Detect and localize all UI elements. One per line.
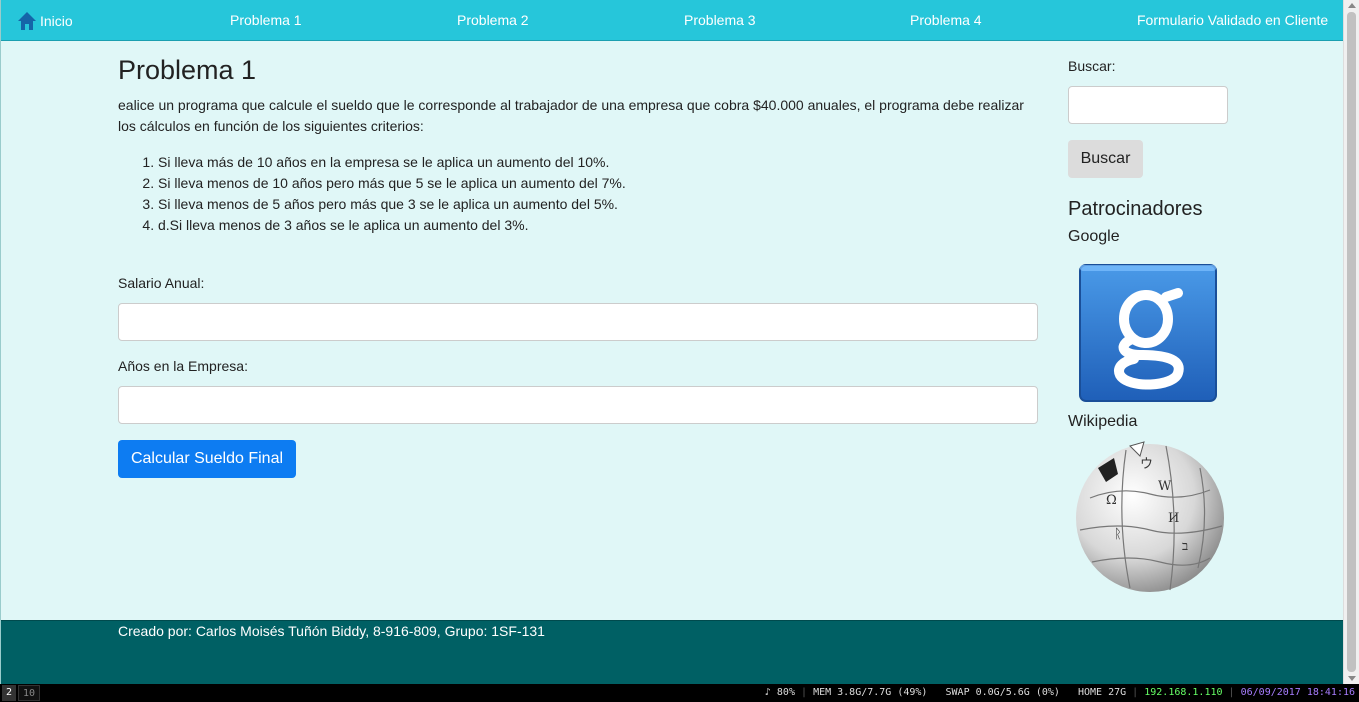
- svg-text:И: И: [1168, 511, 1179, 526]
- nav-formulario-validado[interactable]: Formulario Validado en Cliente: [1137, 11, 1328, 29]
- wikipedia-globe-icon[interactable]: Ω W И ᚱ ウ ב: [1070, 438, 1228, 593]
- svg-text:ウ: ウ: [1140, 457, 1153, 472]
- home-icon: [18, 12, 36, 30]
- search-button[interactable]: Buscar: [1068, 140, 1143, 178]
- volume-status: ♪ 80%: [764, 687, 795, 698]
- svg-text:W: W: [1158, 479, 1172, 494]
- criteria-item: Si lleva más de 10 años en la empresa se…: [158, 152, 1040, 173]
- scroll-thumb[interactable]: [1347, 12, 1356, 672]
- criteria-list: Si lleva más de 10 años en la empresa se…: [118, 152, 1040, 236]
- scroll-down-arrow-icon[interactable]: [1348, 676, 1356, 681]
- vertical-scrollbar[interactable]: [1343, 0, 1359, 684]
- system-status-bar: 2 10 ♪ 80% | MEM 3.8G/7.7G (49%) SWAP 0.…: [0, 684, 1359, 702]
- nav-problema-2[interactable]: Problema 2: [457, 11, 529, 29]
- swap-status: SWAP 0.0G/5.6G (0%): [945, 687, 1060, 698]
- nav-problema-1[interactable]: Problema 1: [230, 11, 302, 29]
- workspace-10[interactable]: 10: [18, 685, 41, 701]
- salary-label: Salario Anual:: [118, 275, 205, 291]
- sponsor-google-label: Google: [1068, 228, 1120, 245]
- nav-home-link[interactable]: Inicio: [17, 11, 73, 31]
- nav-problema-3[interactable]: Problema 3: [684, 11, 756, 29]
- footer-credits: Creado por: Carlos Moisés Tuñón Biddy, 8…: [118, 623, 545, 639]
- criteria-item: Si lleva menos de 5 años pero más que 3 …: [158, 194, 1040, 215]
- google-logo-icon[interactable]: [1078, 263, 1218, 403]
- main-content: Problema 1 ealice un programa que calcul…: [118, 54, 1040, 478]
- workspace-2[interactable]: 2: [2, 685, 17, 701]
- footer: Creado por: Carlos Moisés Tuñón Biddy, 8…: [1, 620, 1343, 684]
- criteria-item: Si lleva menos de 10 años pero más que 5…: [158, 173, 1040, 194]
- years-label: Años en la Empresa:: [118, 358, 248, 374]
- years-input[interactable]: [118, 386, 1038, 424]
- svg-text:ב: ב: [1182, 539, 1188, 554]
- sponsors-heading: Patrocinadores: [1068, 198, 1203, 220]
- page: Inicio Problema 1 Problema 2 Problema 3 …: [0, 0, 1343, 684]
- search-input[interactable]: [1068, 86, 1228, 124]
- home-status: HOME 27G: [1077, 687, 1127, 698]
- sidebar: Buscar: Buscar Patrocinadores Google Wik…: [1068, 58, 1238, 592]
- salary-input[interactable]: [118, 303, 1038, 341]
- nav-problema-4[interactable]: Problema 4: [910, 11, 982, 29]
- search-label: Buscar:: [1068, 58, 1116, 74]
- top-navbar: Inicio Problema 1 Problema 2 Problema 3 …: [1, 0, 1343, 41]
- status-right: ♪ 80% | MEM 3.8G/7.7G (49%) SWAP 0.0G/5.…: [764, 687, 1355, 698]
- mem-status: MEM 3.8G/7.7G (49%): [813, 687, 928, 698]
- nav-home-label: Inicio: [40, 13, 73, 29]
- svg-text:Ω: Ω: [1106, 493, 1117, 508]
- criteria-item: d.Si lleva menos de 3 años se le aplica …: [158, 215, 1040, 236]
- svg-text:ᚱ: ᚱ: [1114, 527, 1122, 542]
- page-title: Problema 1: [118, 55, 257, 85]
- calculate-button[interactable]: Calcular Sueldo Final: [118, 440, 296, 478]
- datetime-status: 06/09/2017 18:41:16: [1240, 687, 1355, 698]
- sponsor-wikipedia-label: Wikipedia: [1068, 413, 1138, 430]
- scroll-up-arrow-icon[interactable]: [1348, 3, 1356, 8]
- problem-description: ealice un programa que calcule el sueldo…: [118, 97, 1024, 134]
- ip-status: 192.168.1.110: [1144, 687, 1223, 698]
